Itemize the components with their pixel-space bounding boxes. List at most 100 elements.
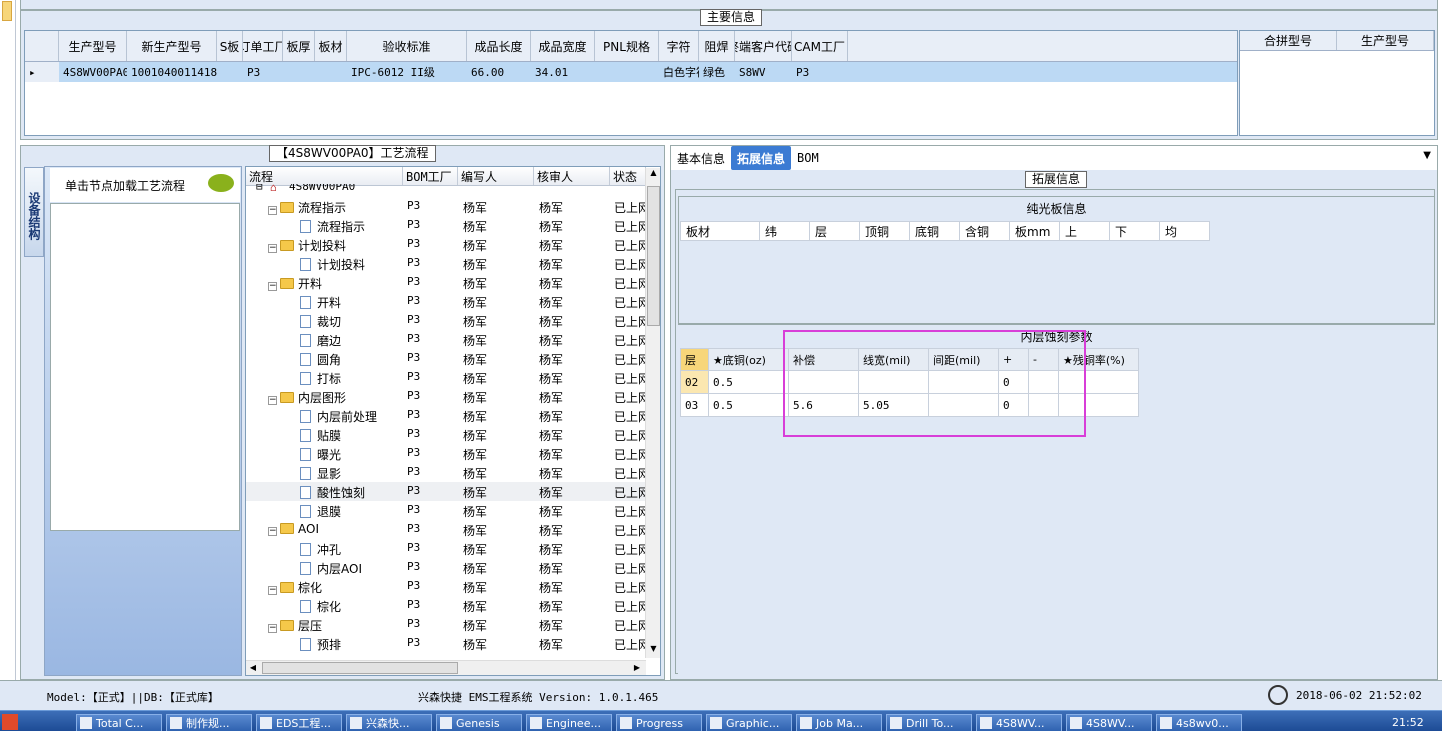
tree-col-bom[interactable]: BOM工厂 bbox=[403, 167, 458, 185]
tab-basic-info[interactable]: 基本信息 bbox=[671, 146, 731, 170]
main-col-header[interactable]: CAM工厂 bbox=[792, 31, 848, 61]
pure-col-header[interactable]: 层 bbox=[810, 221, 860, 241]
tree-doc-node[interactable]: 曝光 bbox=[300, 446, 341, 463]
taskbar-item[interactable]: Drill To... bbox=[886, 714, 972, 731]
pure-col-header[interactable]: 均 bbox=[1160, 221, 1210, 241]
tree-col-flow[interactable]: 流程 bbox=[246, 167, 403, 185]
main-col-header[interactable]: 终端客户代码 bbox=[735, 31, 792, 61]
main-cell[interactable] bbox=[217, 62, 243, 82]
tree-row[interactable]: 开料 P3 杨军 杨军 已上网 bbox=[246, 292, 650, 311]
tree-doc-node[interactable]: 棕化 bbox=[300, 598, 341, 615]
expand-icon[interactable]: − bbox=[268, 624, 277, 633]
pure-col-header[interactable]: 含铜 bbox=[960, 221, 1010, 241]
tree-folder-node[interactable]: − 流程指示 bbox=[268, 199, 346, 216]
tree-vertical-scrollbar[interactable]: ▲ ▼ bbox=[645, 168, 660, 658]
main-cell[interactable]: 66.00 bbox=[467, 62, 531, 82]
row-selector-icon[interactable]: ▸ bbox=[25, 62, 59, 82]
taskbar-item[interactable]: 兴森快... bbox=[346, 714, 432, 731]
tree-row[interactable]: 显影 P3 杨军 杨军 已上网 bbox=[246, 463, 650, 482]
tree-doc-node[interactable]: 流程指示 bbox=[300, 218, 365, 235]
main-col-header[interactable]: PNL规格 bbox=[595, 31, 659, 61]
main-col-header[interactable]: 成品长度 bbox=[467, 31, 531, 61]
scroll-down-icon[interactable]: ▼ bbox=[647, 644, 660, 658]
expand-icon[interactable]: ⊟ bbox=[256, 184, 263, 193]
main-cell[interactable] bbox=[595, 62, 659, 82]
main-col-header[interactable]: 成品宽度 bbox=[531, 31, 595, 61]
taskbar-item[interactable]: Graphic... bbox=[706, 714, 792, 731]
main-cell[interactable]: S8WV bbox=[735, 62, 792, 82]
tree-row[interactable]: − 开料 P3 杨军 杨军 已上网 bbox=[246, 273, 650, 292]
main-cell[interactable]: 4S8WV00PA0 bbox=[59, 62, 127, 82]
start-icon[interactable] bbox=[2, 714, 18, 730]
taskbar-item[interactable]: Enginee... bbox=[526, 714, 612, 731]
tree-horizontal-scrollbar[interactable]: ◀ ▶ bbox=[246, 660, 646, 675]
inner-cell[interactable]: 0.5 bbox=[709, 371, 789, 394]
tree-folder-node[interactable]: − 棕化 bbox=[268, 579, 322, 596]
merge-col-header[interactable]: 合拼型号 bbox=[1240, 31, 1337, 50]
tree-doc-node[interactable]: 内层AOI bbox=[300, 560, 362, 577]
main-cell[interactable] bbox=[315, 62, 347, 82]
tree-row[interactable]: 曝光 P3 杨军 杨军 已上网 bbox=[246, 444, 650, 463]
taskbar-item[interactable]: Progress bbox=[616, 714, 702, 731]
tree-row[interactable]: 磨边 P3 杨军 杨军 已上网 bbox=[246, 330, 650, 349]
equipment-structure-tab[interactable]: 设备结构 bbox=[24, 167, 44, 257]
pure-col-header[interactable]: 板材 bbox=[680, 221, 760, 241]
tree-row[interactable]: − 层压 P3 杨军 杨军 已上网 bbox=[246, 615, 650, 634]
tree-folder-node[interactable]: − 开料 bbox=[268, 275, 322, 292]
tree-row[interactable]: − AOI P3 杨军 杨军 已上网 bbox=[246, 520, 650, 539]
tree-row[interactable]: 内层前处理 P3 杨军 杨军 已上网 bbox=[246, 406, 650, 425]
tree-doc-node[interactable]: 计划投料 bbox=[300, 256, 365, 273]
tree-row[interactable]: 冲孔 P3 杨军 杨军 已上网 bbox=[246, 539, 650, 558]
scroll-right-icon[interactable]: ▶ bbox=[630, 661, 644, 675]
pure-col-header[interactable]: 下 bbox=[1110, 221, 1160, 241]
main-grid-row[interactable]: ▸ 4S8WV00PA0 10010400114183 P3 IPC-6012 II级 6… bbox=[25, 62, 1237, 82]
tree-row[interactable]: 圆角 P3 杨军 杨军 已上网 bbox=[246, 349, 650, 368]
main-col-header[interactable]: 字符 bbox=[659, 31, 699, 61]
tree-row[interactable]: 棕化 P3 杨军 杨军 已上网 bbox=[246, 596, 650, 615]
tab-dropdown-icon[interactable]: ▼ bbox=[1423, 150, 1431, 161]
tree-folder-node[interactable]: − 内层图形 bbox=[268, 389, 346, 406]
tree-row[interactable]: − 棕化 P3 杨军 杨军 已上网 bbox=[246, 577, 650, 596]
tree-doc-node[interactable]: 显影 bbox=[300, 465, 341, 482]
tree-row[interactable]: − 内层图形 P3 杨军 杨军 已上网 bbox=[246, 387, 650, 406]
taskbar-item[interactable]: 4S8WV... bbox=[1066, 714, 1152, 731]
main-col-header[interactable]: 板厚 bbox=[283, 31, 315, 61]
tree-doc-node[interactable]: 冲孔 bbox=[300, 541, 341, 558]
taskbar-item[interactable]: Job Ma... bbox=[796, 714, 882, 731]
expand-icon[interactable]: − bbox=[268, 282, 277, 291]
main-col-header[interactable]: 板材 bbox=[315, 31, 347, 61]
product-col-header[interactable]: 生产型号 bbox=[1337, 31, 1434, 50]
main-col-header[interactable]: 订单工厂 bbox=[243, 31, 283, 61]
tree-row[interactable]: − 流程指示 P3 杨军 杨军 已上网 bbox=[246, 197, 650, 216]
tab-extended-info[interactable]: 拓展信息 bbox=[731, 146, 792, 170]
tab-bom[interactable]: BOM bbox=[791, 146, 825, 170]
tree-col-status[interactable]: 状态 bbox=[610, 167, 646, 185]
tree-doc-node[interactable]: 预排 bbox=[300, 636, 341, 653]
hscroll-thumb[interactable] bbox=[262, 662, 458, 674]
inner-col-header[interactable]: ★底铜(oz) bbox=[709, 348, 789, 371]
main-col-header[interactable]: 验收标准 bbox=[347, 31, 467, 61]
pure-col-header[interactable]: 顶铜 bbox=[860, 221, 910, 241]
tree-row[interactable]: 贴膜 P3 杨军 杨军 已上网 bbox=[246, 425, 650, 444]
scroll-thumb[interactable] bbox=[647, 186, 660, 326]
taskbar-item[interactable]: 制作规... bbox=[166, 714, 252, 731]
main-cell[interactable]: P3 bbox=[243, 62, 283, 82]
tree-doc-node[interactable]: 磨边 bbox=[300, 332, 341, 349]
inner-col-header[interactable]: 层 bbox=[680, 348, 709, 371]
tree-folder-node[interactable]: − 计划投料 bbox=[268, 237, 346, 254]
tree-doc-node[interactable]: 酸性蚀刻 bbox=[300, 484, 365, 501]
taskbar-item[interactable]: 4s8wv0... bbox=[1156, 714, 1242, 731]
tree-doc-node[interactable]: 退膜 bbox=[300, 503, 341, 520]
tree-row[interactable]: 酸性蚀刻 P3 杨军 杨军 已上网 bbox=[246, 482, 650, 501]
taskbar-item[interactable]: Total C... bbox=[76, 714, 162, 731]
tree-row[interactable]: 计划投料 P3 杨军 杨军 已上网 bbox=[246, 254, 650, 273]
tree-doc-node[interactable]: 圆角 bbox=[300, 351, 341, 368]
main-cell[interactable]: 绿色 bbox=[699, 62, 735, 82]
tree-row[interactable]: 内层AOI P3 杨军 杨军 已上网 bbox=[246, 558, 650, 577]
main-cell[interactable]: 白色字符 bbox=[659, 62, 699, 82]
inner-cell[interactable]: 03 bbox=[680, 394, 709, 417]
tree-row[interactable]: 预排 P3 杨军 杨军 已上网 bbox=[246, 634, 650, 653]
tree-col-reviewer[interactable]: 核审人 bbox=[534, 167, 610, 185]
tree-row[interactable]: − 计划投料 P3 杨军 杨军 已上网 bbox=[246, 235, 650, 254]
tree-row[interactable]: 退膜 P3 杨军 杨军 已上网 bbox=[246, 501, 650, 520]
